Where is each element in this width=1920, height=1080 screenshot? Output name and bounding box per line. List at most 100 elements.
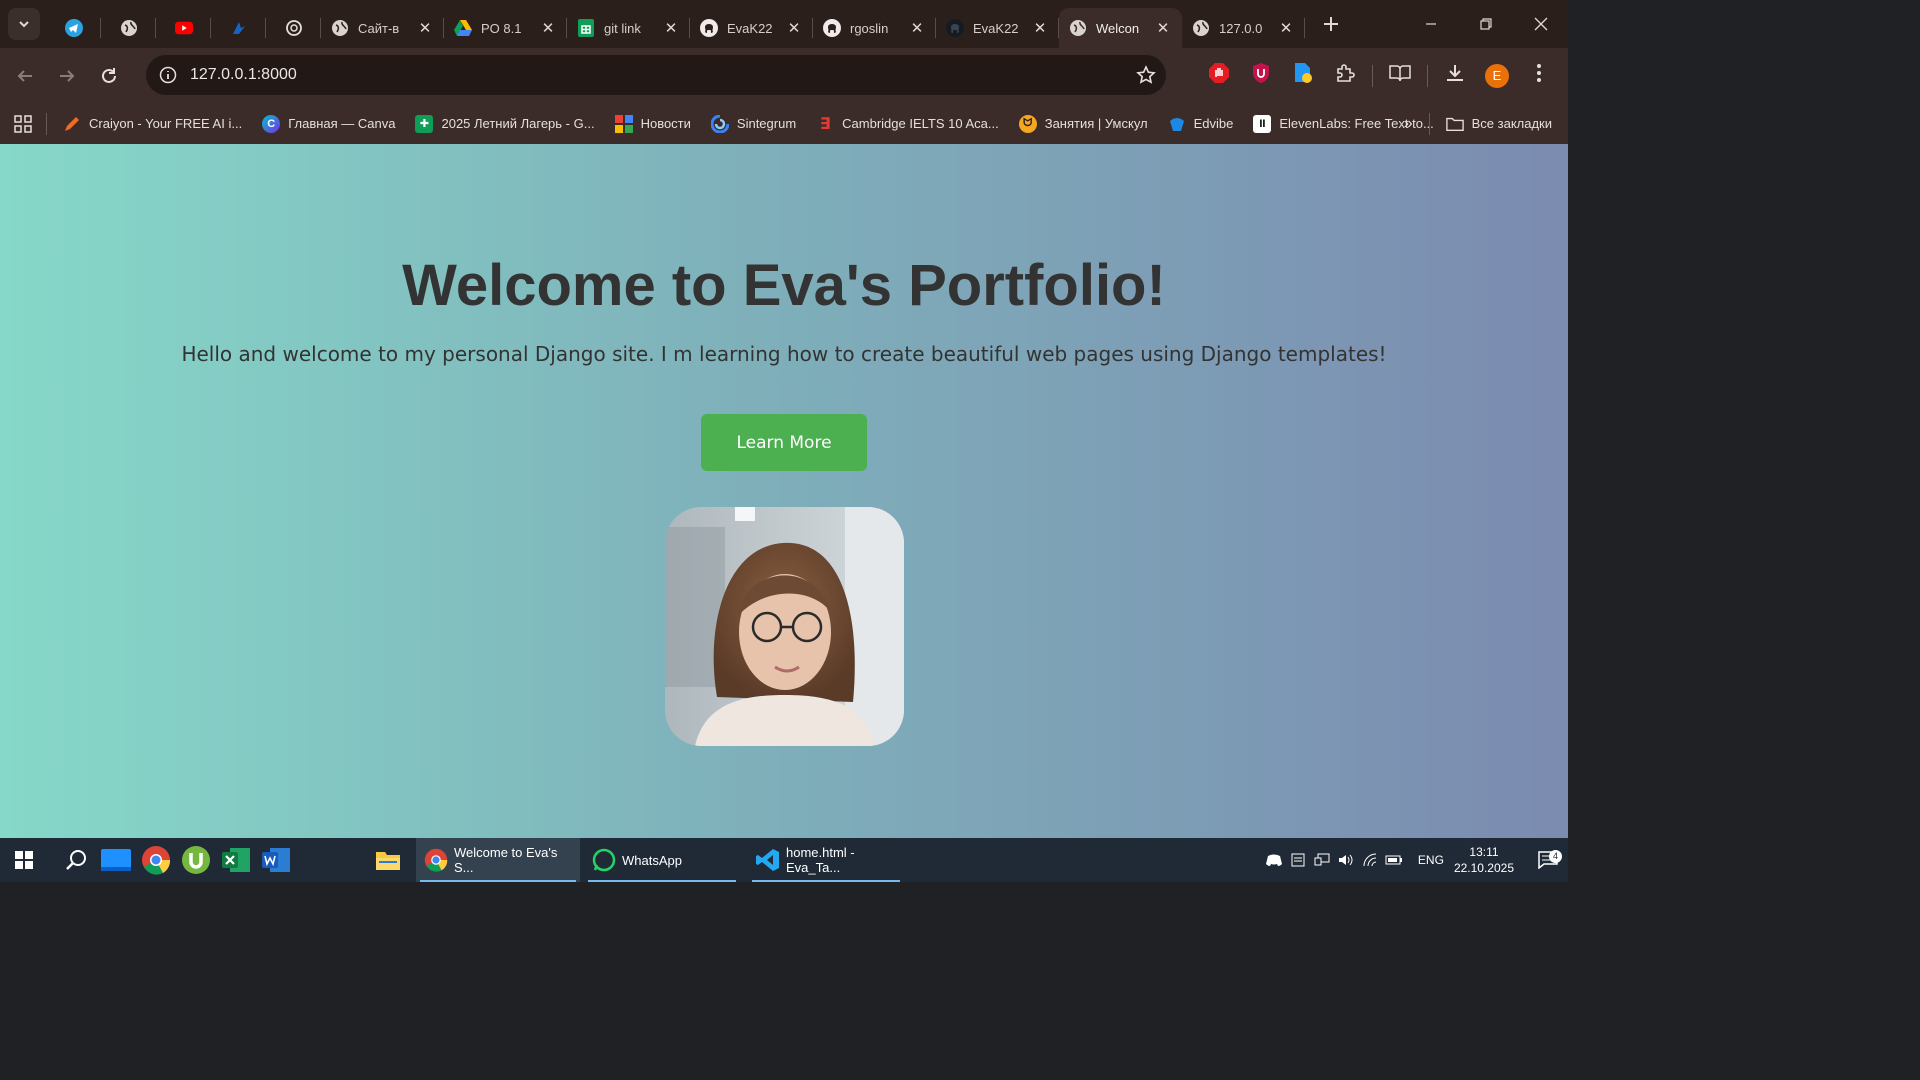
extensions-button[interactable] xyxy=(1324,55,1366,97)
vscode-icon xyxy=(756,848,780,872)
restore-button[interactable] xyxy=(1458,0,1513,48)
window-controls xyxy=(1403,0,1568,48)
new-tab-button[interactable] xyxy=(1313,6,1349,42)
extension-ublock-button[interactable] xyxy=(1240,55,1282,97)
apps-grid-icon xyxy=(14,114,32,133)
ime-icon[interactable] xyxy=(1286,853,1310,867)
close-icon[interactable]: ✕ xyxy=(1154,19,1172,37)
bookmark-label: Занятия | Умскул xyxy=(1044,116,1148,131)
apps-button[interactable] xyxy=(0,109,40,139)
tab-site[interactable]: Сайт-в ✕ xyxy=(321,8,444,48)
forward-button[interactable] xyxy=(50,59,84,93)
more-bookmarks-button[interactable]: » xyxy=(1394,109,1423,139)
clock[interactable]: 13:11 22.10.2025 xyxy=(1454,844,1514,876)
news-grid-icon xyxy=(614,114,633,133)
battery-icon[interactable] xyxy=(1382,855,1406,865)
bookmark-canva[interactable]: C Главная — Canva xyxy=(252,109,405,139)
tab-label: PO 8.1 xyxy=(481,20,522,36)
bookmark-umskul[interactable]: ᗢ Занятия | Умскул xyxy=(1009,109,1158,139)
bookmark-ielts[interactable]: ∃ Cambridge IELTS 10 Aca... xyxy=(806,109,1009,139)
arrow-left-icon xyxy=(17,69,32,82)
site-info-icon[interactable] xyxy=(150,66,186,84)
taskbar-utorrent[interactable] xyxy=(176,838,216,882)
tab-label: Welcon xyxy=(1096,20,1140,36)
sintegrum-icon xyxy=(710,114,729,133)
tab-github-evak22-2[interactable]: EvaK22 ✕ xyxy=(936,8,1059,48)
taskbar-vscode-window[interactable]: home.html - Eva_Ta... xyxy=(748,838,904,882)
tab-app[interactable] xyxy=(211,8,266,48)
tab-git-link[interactable]: git link ✕ xyxy=(567,8,690,48)
bookmark-label: Craiyon - Your FREE AI i... xyxy=(89,116,243,131)
book-icon xyxy=(1389,64,1411,87)
taskbar-excel[interactable] xyxy=(216,838,256,882)
close-window-button[interactable] xyxy=(1513,0,1568,48)
taskbar-whatsapp-window[interactable]: WhatsApp xyxy=(584,838,740,882)
tab-github-evak22[interactable]: EvaK22 ✕ xyxy=(690,8,813,48)
profile-button[interactable]: E xyxy=(1476,55,1518,97)
taskbar-chrome[interactable] xyxy=(136,838,176,882)
bookmark-star-icon[interactable] xyxy=(1126,65,1166,85)
close-icon[interactable]: ✕ xyxy=(785,19,803,37)
bookmark-camp[interactable]: ✚ 2025 Летний Лагерь - G... xyxy=(405,109,604,139)
google-sheets-icon xyxy=(577,19,595,37)
close-icon[interactable]: ✕ xyxy=(908,19,926,37)
tab-youtube[interactable] xyxy=(156,8,211,48)
tab-telegram[interactable] xyxy=(46,8,101,48)
close-icon[interactable]: ✕ xyxy=(539,19,557,37)
extension-translate-button[interactable] xyxy=(1282,55,1324,97)
close-icon[interactable]: ✕ xyxy=(1277,19,1295,37)
taskbar-word[interactable] xyxy=(256,838,296,882)
tab-search-button[interactable] xyxy=(8,8,40,40)
bookmark-edvibe[interactable]: Edvibe xyxy=(1158,109,1244,139)
tab-localhost[interactable]: 127.0.0 ✕ xyxy=(1182,8,1305,48)
volume-icon[interactable] xyxy=(1334,853,1358,867)
minimize-icon xyxy=(1425,23,1436,25)
chevron-down-icon xyxy=(19,21,29,28)
umskul-tiger-icon: ᗢ xyxy=(1018,114,1037,133)
taskbar-desktop-app[interactable] xyxy=(96,838,136,882)
learn-more-button[interactable]: Learn More xyxy=(701,414,867,471)
chrome-icon xyxy=(142,846,171,875)
url-text[interactable]: 127.0.0.1:8000 xyxy=(190,66,1126,84)
taskbar-chrome-window[interactable]: Welcome to Eva's S... xyxy=(416,838,580,882)
menu-button[interactable] xyxy=(1518,55,1560,97)
reading-mode-button[interactable] xyxy=(1379,55,1421,97)
close-icon[interactable]: ✕ xyxy=(662,19,680,37)
search-button[interactable] xyxy=(56,838,96,882)
reload-button[interactable] xyxy=(92,59,126,93)
all-bookmarks-button[interactable]: Все закладки xyxy=(1436,109,1562,139)
back-button[interactable] xyxy=(8,59,42,93)
windows-icon xyxy=(15,851,33,869)
tab-label: EvaK22 xyxy=(973,20,1019,36)
start-button[interactable] xyxy=(4,838,44,882)
bookmark-sintegrum[interactable]: Sintegrum xyxy=(701,109,806,139)
notifications-button[interactable]: 4 xyxy=(1528,850,1568,869)
extension-adblock-button[interactable] xyxy=(1198,55,1240,97)
taskbar-app-label: home.html - Eva_Ta... xyxy=(786,845,855,875)
tab-label: EvaK22 xyxy=(727,20,773,36)
taskbar-explorer[interactable] xyxy=(368,838,408,882)
tab-po[interactable]: PO 8.1 ✕ xyxy=(444,8,567,48)
folder-icon xyxy=(1445,115,1464,133)
network-icon[interactable] xyxy=(1310,853,1334,867)
address-bar[interactable]: 127.0.0.1:8000 xyxy=(146,55,1166,95)
more-vert-icon xyxy=(1536,63,1542,88)
tab-github-rgoslin[interactable]: rgoslin ✕ xyxy=(813,8,936,48)
close-icon[interactable]: ✕ xyxy=(1031,19,1049,37)
double-chevron-right-icon: » xyxy=(1403,114,1413,132)
minimize-button[interactable] xyxy=(1403,0,1458,48)
close-icon[interactable]: ✕ xyxy=(416,19,434,37)
bookmark-news[interactable]: Новости xyxy=(605,109,701,139)
tab-label: rgoslin xyxy=(850,20,889,36)
profile-photo xyxy=(665,507,904,746)
tab-openai[interactable] xyxy=(266,8,321,48)
downloads-button[interactable] xyxy=(1434,55,1476,97)
tab-globe[interactable] xyxy=(101,8,156,48)
input-language[interactable]: ENG xyxy=(1418,853,1444,867)
discord-icon[interactable] xyxy=(1262,854,1286,866)
wifi-icon[interactable] xyxy=(1358,853,1382,867)
bookmark-craiyon[interactable]: Craiyon - Your FREE AI i... xyxy=(53,109,252,139)
tab-welcome[interactable]: Welcon ✕ xyxy=(1059,8,1182,48)
puzzle-icon xyxy=(1335,63,1355,88)
bookmarks-bar: Craiyon - Your FREE AI i... C Главная — … xyxy=(0,103,1568,144)
